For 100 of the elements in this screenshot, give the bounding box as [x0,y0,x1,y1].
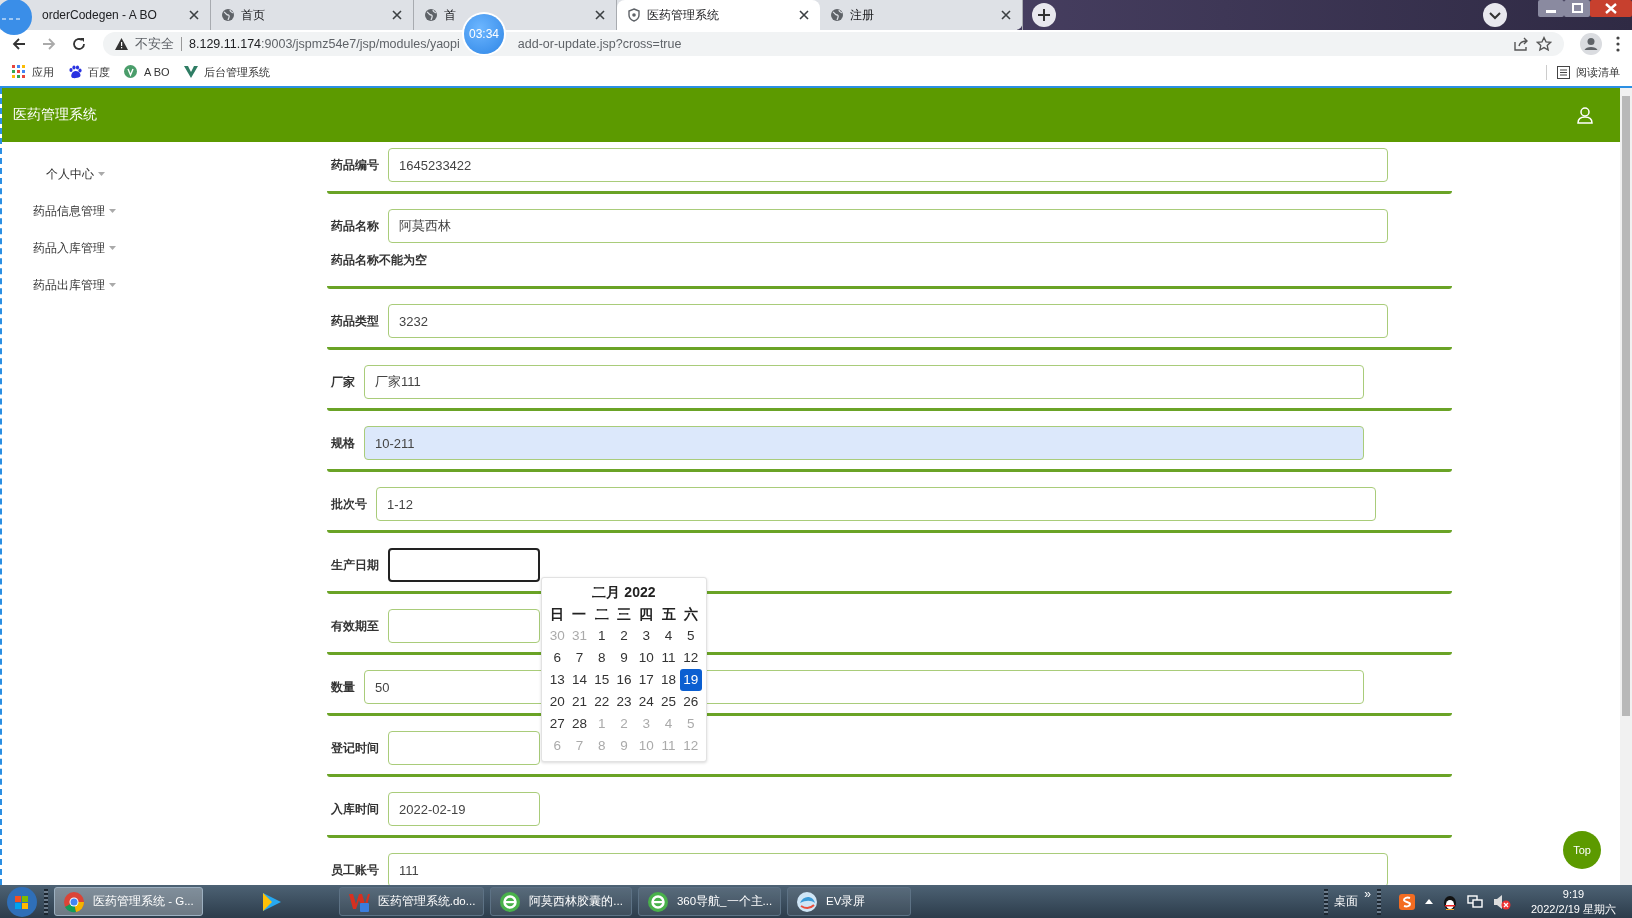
taskbar-item[interactable]: 医药管理系统.do... [338,887,485,916]
calendar-day[interactable]: 13 [546,669,569,691]
network-icon[interactable] [1467,893,1483,910]
globe-icon [221,8,235,22]
weekday-label: 三 [616,605,632,624]
sidebar-item[interactable]: 个人中心 [2,166,327,203]
field-label: 批次号 [331,495,367,513]
globe-e-icon [646,890,669,913]
sidebar-item[interactable]: 药品出库管理 [2,277,327,314]
field-label: 员工账号 [331,861,379,879]
close-icon[interactable] [391,9,403,21]
calendar-day[interactable]: 10 [635,647,658,669]
url-text: 8.129.11.174:9003/jspmz54e7/jsp/modules/yaopi [189,37,460,51]
start-button[interactable] [6,885,38,918]
share-icon[interactable] [1513,36,1529,52]
calendar-day[interactable]: 5 [679,625,702,647]
desktop-toolbar[interactable]: 桌面 [1334,893,1359,910]
calendar-day[interactable]: 1 [590,625,613,647]
close-icon[interactable] [188,9,200,21]
star-icon[interactable] [1536,36,1552,52]
calendar-day[interactable]: 2 [612,625,636,647]
input-field[interactable]: 厂家111 [364,365,1364,399]
taskbar-item[interactable]: 医药管理系统 - G... [54,887,203,916]
calendar-day[interactable]: 19 [679,669,702,691]
bookmark[interactable]: 应用 [12,64,54,80]
sidebar-item[interactable]: 药品信息管理 [2,203,327,240]
globe-icon [830,8,844,22]
expand-toolbar[interactable]: » [1364,887,1371,901]
browser-tab[interactable]: 医药管理系统 [617,0,820,30]
new-tab-icon[interactable] [1031,2,1057,28]
input-field[interactable]: 1-12 [376,487,1376,521]
weekday-label: 一 [571,605,588,624]
close-icon[interactable] [1000,9,1012,21]
input-field[interactable]: 10-211 [364,426,1364,460]
paw-icon [68,65,82,79]
calendar-day[interactable]: 28 [568,713,591,735]
back-icon[interactable] [11,36,27,52]
weekday-label: 四 [638,605,655,624]
caret-icon [109,209,116,213]
close-icon[interactable] [1590,0,1632,17]
input-field[interactable]: 阿莫西林 [388,209,1388,243]
calendar-day[interactable]: 11 [657,647,680,669]
apps-icon [12,65,26,79]
input-field[interactable]: 1645233422 [388,148,1388,182]
reload-icon[interactable] [71,36,87,52]
user-icon[interactable] [1576,106,1594,124]
reading-list-button[interactable]: 阅读清单 [1546,64,1620,80]
sidebar-item[interactable]: 药品入库管理 [2,240,327,277]
chevron-down-icon[interactable] [1482,2,1508,28]
clock[interactable]: 9:19 2022/2/19 星期六 [1531,886,1616,917]
calendar-day[interactable]: 27 [546,713,569,735]
vee-icon [183,65,198,79]
input-field[interactable]: 111 [388,853,1388,885]
tab-title: 医药管理系统 [647,6,720,24]
calendar-day[interactable]: 4 [657,625,680,647]
field-label: 药品类型 [331,312,379,330]
scrollbar[interactable] [1620,88,1632,885]
weekday-label: 日 [549,605,566,624]
globe-e-icon [499,890,522,913]
field-label: 入库时间 [331,800,379,818]
caret-icon [109,246,116,250]
close-icon[interactable] [798,9,810,21]
input-field[interactable]: 3232 [388,304,1388,338]
bookmark[interactable]: 百度 [68,64,110,80]
close-icon[interactable] [594,9,606,21]
restore-icon[interactable] [1564,0,1590,17]
input-method-icon[interactable] [1399,893,1415,910]
taskbar-item[interactable]: EV录屏 [787,887,912,916]
calendar-day[interactable]: 9 [612,647,636,669]
bookmark[interactable]: A BO [124,65,170,79]
globe-icon [424,8,438,22]
bookmark[interactable]: 后台管理系统 [183,64,270,80]
taskbar-item[interactable]: 360导航_一个主... [637,887,782,916]
input-field[interactable]: 2022-02-19 [388,792,540,826]
tab-title: 首 [444,6,457,24]
up-arrow-icon[interactable] [1425,899,1433,904]
url-text: add-or-update.jsp?cross=true [517,37,682,51]
muted-speaker-icon[interactable] [1493,893,1511,910]
calendar-day[interactable]: 6 [546,647,569,669]
input-field[interactable] [388,548,540,582]
field-label: 生产日期 [331,556,379,574]
minimize-icon[interactable] [1538,0,1564,17]
app-title: 医药管理系统 [13,106,97,124]
calendar-day[interactable]: 14 [568,669,591,691]
calendar-day[interactable]: 16 [612,669,636,691]
calendar-day[interactable]: 8 [590,647,613,669]
taskbar-item[interactable]: 阿莫西林胶囊的... [490,887,632,916]
calendar-day[interactable]: 3 [635,625,658,647]
calendar-day[interactable]: 7 [568,647,591,669]
penguin-icon[interactable] [1443,893,1457,910]
calendar-day[interactable]: 12 [679,647,702,669]
tab-title: 首页 [241,6,266,24]
profile-icon[interactable] [1580,33,1602,55]
field-label: 规格 [331,434,355,452]
calendar-day[interactable]: 17 [635,669,658,691]
browser-icon [63,890,85,913]
calendar-day[interactable]: 15 [590,669,613,691]
calendar-day[interactable]: 18 [657,669,680,691]
field-label: 药品名称 [331,217,379,235]
menu-icon[interactable] [1616,36,1620,52]
